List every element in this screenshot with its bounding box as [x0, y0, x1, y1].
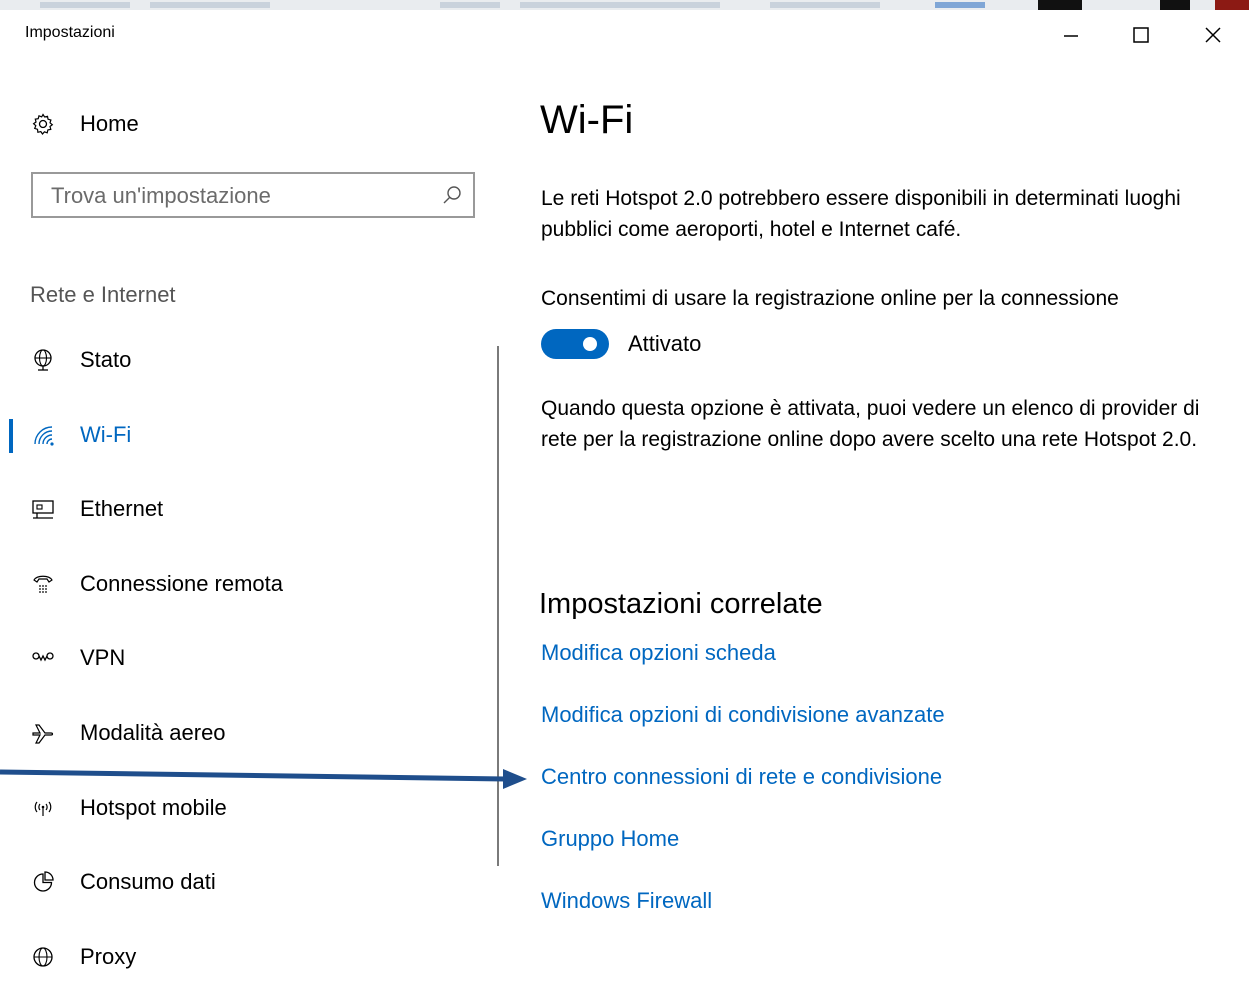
maximize-button[interactable] — [1118, 18, 1164, 52]
sidebar-item-label: VPN — [80, 645, 126, 670]
search-icon[interactable] — [441, 184, 463, 206]
dialup-icon — [30, 571, 56, 597]
link-windows-firewall[interactable]: Windows Firewall — [541, 888, 712, 914]
link-condivisione-avanzate[interactable]: Modifica opzioni di condivisione avanzat… — [541, 702, 945, 728]
maximize-icon — [1133, 27, 1149, 43]
sidebar-item-wifi[interactable]: Wi-Fi — [30, 415, 131, 455]
sidebar-item-ethernet[interactable]: Ethernet — [30, 489, 163, 529]
minimize-icon — [1064, 35, 1078, 37]
sidebar-item-label: Connessione remota — [80, 571, 284, 596]
section-heading: Rete e Internet — [30, 282, 176, 307]
sidebar-item-label: Modalità aereo — [80, 720, 226, 745]
background-window-strip — [0, 0, 1249, 10]
sidebar-item-proxy[interactable]: Proxy — [30, 937, 136, 977]
sidebar-item-vpn[interactable]: VPN — [30, 638, 125, 678]
annotation-arrow-icon — [0, 769, 527, 789]
close-icon — [1205, 27, 1221, 43]
close-button[interactable] — [1190, 18, 1236, 52]
gear-icon — [30, 111, 56, 137]
sidebar-item-label: Proxy — [80, 944, 137, 969]
settings-search-box[interactable] — [31, 172, 475, 218]
globe-icon — [30, 944, 56, 970]
sidebar-item-label: Stato — [80, 347, 132, 372]
link-centro-connessioni[interactable]: Centro connessioni di rete e condivision… — [541, 764, 942, 790]
sidebar-item-label: Ethernet — [80, 496, 164, 521]
minimize-button[interactable] — [1048, 18, 1094, 52]
vpn-icon — [30, 645, 56, 671]
online-signup-toggle[interactable] — [541, 329, 609, 359]
sidebar-item-label: Wi-Fi — [80, 422, 132, 447]
airplane-icon — [30, 720, 56, 746]
active-indicator — [9, 419, 13, 453]
link-modifica-opzioni-scheda[interactable]: Modifica opzioni scheda — [541, 640, 776, 666]
online-signup-description: Quando questa opzione è attivata, puoi v… — [541, 397, 1200, 451]
related-settings-heading: Impostazioni correlate — [539, 588, 823, 620]
sidebar-item-consumo-dati[interactable]: Consumo dati — [30, 862, 216, 902]
toggle-state-label: Attivato — [628, 331, 702, 356]
sidebar-home-label: Home — [80, 111, 139, 136]
online-signup-label: Consentimi di usare la registrazione onl… — [541, 287, 1119, 310]
page-title: Wi-Fi — [540, 98, 634, 142]
window-title: Impostazioni — [25, 24, 115, 41]
sidebar-home[interactable]: Home — [30, 104, 139, 144]
wifi-icon — [30, 422, 56, 448]
sidebar-item-modalita-aereo[interactable]: Modalità aereo — [30, 713, 226, 753]
search-input[interactable] — [49, 174, 433, 218]
ethernet-icon — [30, 496, 56, 522]
toggle-knob — [583, 337, 597, 351]
globe-network-icon — [30, 347, 56, 373]
sidebar-item-stato[interactable]: Stato — [30, 340, 131, 380]
sidebar-item-label: Consumo dati — [80, 869, 216, 894]
hotspot-description: Le reti Hotspot 2.0 potrebbero essere di… — [541, 187, 1181, 241]
link-gruppo-home[interactable]: Gruppo Home — [541, 826, 679, 852]
data-usage-icon — [30, 869, 56, 895]
sidebar-item-connessione-remota[interactable]: Connessione remota — [30, 564, 283, 604]
